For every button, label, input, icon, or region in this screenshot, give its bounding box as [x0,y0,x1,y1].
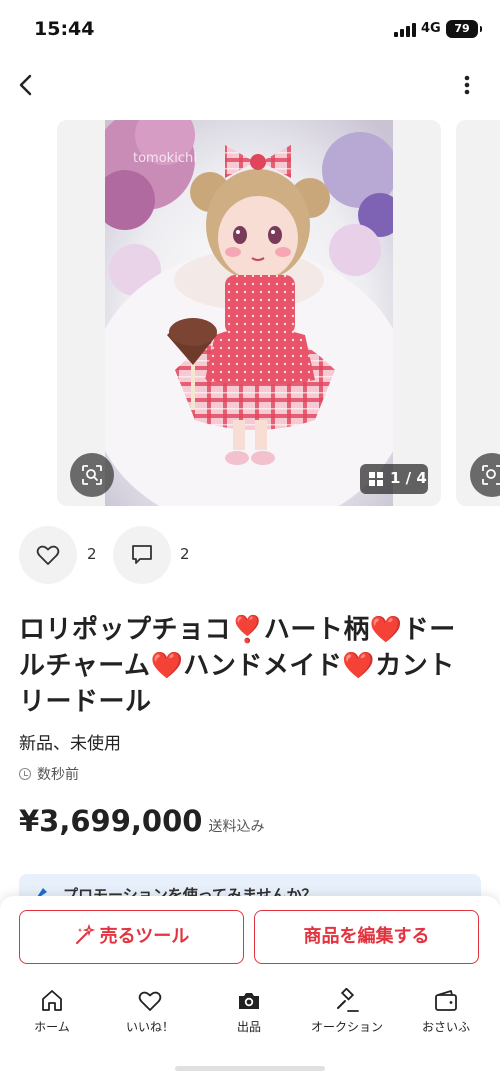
signal-icon [394,23,416,37]
wallet-icon [435,990,457,1011]
tab-auction[interactable]: オークション [302,988,392,1038]
comment-icon [132,545,152,564]
clock-icon [19,768,31,780]
sparkle-wand-icon [75,923,95,944]
posted-time: 数秒前 [19,764,79,784]
grid-icon [369,472,384,487]
like-button[interactable] [19,526,77,584]
comment-count: 2 [180,545,190,563]
gavel-icon [337,988,359,1012]
home-icon [42,990,62,1011]
zoom-scan-icon [482,465,500,485]
zoom-scan-icon [82,465,102,485]
like-count: 2 [87,545,97,563]
camera-icon [239,993,259,1009]
battery-icon: 79 [446,20,482,38]
back-button[interactable] [12,70,42,100]
image-counter: 1 / 4 [360,464,428,494]
more-options-button[interactable] [455,72,479,98]
image-counter-text: 1 / 4 [390,469,427,487]
sell-tool-button[interactable]: 売るツール [19,910,244,964]
home-indicator [175,1066,325,1071]
bottom-tab-bar: ホーム いいね！ 出品 オークション おさいふ [0,988,500,1038]
edit-item-button[interactable]: 商品を編集する [254,910,479,964]
photo-watermark: tomokichi [133,151,197,166]
image-gallery[interactable]: tomokichi 1 / 4 [0,120,500,508]
item-price: ¥3,699,000 送料込み [19,804,264,838]
more-vertical-icon [464,75,470,95]
network-type: 4G [421,21,441,36]
photo-card[interactable]: tomokichi 1 / 4 [57,120,441,506]
next-photo-card[interactable] [456,120,500,506]
chevron-left-icon [19,74,32,96]
item-detail-page: 15:44 4G 79 tomokichi 1 / 4 2 2 ロリポップチョコ… [0,0,500,1080]
status-bar: 15:44 4G 79 [0,0,500,60]
item-photo[interactable]: tomokichi [105,120,393,506]
item-condition: 新品、未使用 [19,734,121,754]
zoom-button-next[interactable] [470,453,500,497]
zoom-button[interactable] [70,453,114,497]
price-amount: ¥3,699,000 [19,804,203,838]
bottom-action-bar: 売るツール 商品を編集する ホーム いいね！ 出品 オークション おさいふ [0,896,500,1080]
heart-outline-icon [36,545,60,565]
status-time: 15:44 [34,18,95,40]
tab-home[interactable]: ホーム [7,988,97,1038]
heart-icon [138,991,162,1011]
reactions-row: 2 2 [19,526,319,584]
tab-likes[interactable]: いいね！ [105,988,195,1038]
tab-wallet[interactable]: おさいふ [401,988,491,1038]
item-title: ロリポップチョコ❣️ハート柄❤️ドールチャーム❤️ハンドメイド❤️カントリードー… [19,615,456,717]
comment-button[interactable] [113,526,171,584]
shipping-label: 送料込み [208,819,265,835]
tab-sell[interactable]: 出品 [204,988,294,1038]
